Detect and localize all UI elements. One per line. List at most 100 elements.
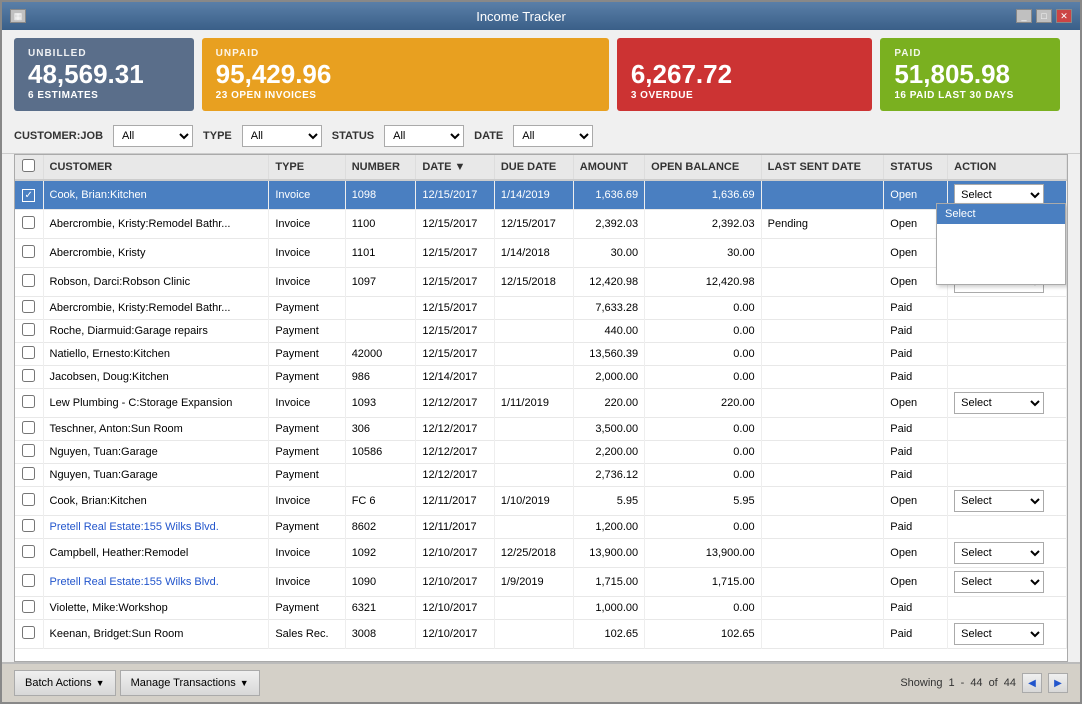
row-open-balance: 30.00: [645, 239, 762, 268]
status-label: STATUS: [332, 130, 374, 142]
col-status[interactable]: STATUS: [884, 155, 948, 180]
row-type: Payment: [269, 464, 345, 487]
total-count: 44: [1004, 677, 1016, 689]
row-open-balance: 1,715.00: [645, 568, 762, 597]
action-select[interactable]: Select: [954, 490, 1044, 512]
manage-transactions-button[interactable]: Manage Transactions ▼: [120, 670, 260, 696]
row-checkbox[interactable]: [22, 626, 35, 639]
row-checkbox[interactable]: [22, 600, 35, 613]
col-date[interactable]: DATE ▼: [416, 155, 494, 180]
unpaid-amount: 95,429.96: [216, 59, 595, 90]
overdue-card: 6,267.72 3 OVERDUE: [617, 38, 873, 111]
row-checkbox[interactable]: [22, 369, 35, 382]
row-last-sent: [761, 516, 884, 539]
row-checkbox[interactable]: [22, 574, 35, 587]
row-checkbox[interactable]: [22, 421, 35, 434]
col-customer[interactable]: CUSTOMER: [43, 155, 269, 180]
row-open-balance: 102.65: [645, 620, 762, 649]
row-checkbox[interactable]: [22, 274, 35, 287]
row-date: 12/10/2017: [416, 568, 494, 597]
customer-job-select[interactable]: All: [113, 125, 193, 147]
action-select[interactable]: Select: [954, 392, 1044, 414]
row-date: 12/11/2017: [416, 516, 494, 539]
table-row: Abercrombie, KristyInvoice110112/15/2017…: [15, 239, 1067, 268]
row-status: Paid: [884, 597, 948, 620]
title-bar: ▦ Income Tracker _ □ ✕: [2, 2, 1080, 30]
row-customer: Natiello, Ernesto:Kitchen: [43, 343, 269, 366]
row-action-cell: [948, 464, 1067, 487]
showing-label: Showing: [900, 677, 942, 689]
table-row: ✓Cook, Brian:KitchenInvoice109812/15/201…: [15, 180, 1067, 210]
row-checkbox[interactable]: [22, 493, 35, 506]
row-checkbox[interactable]: [22, 545, 35, 558]
action-select[interactable]: Select: [954, 623, 1044, 645]
row-type: Invoice: [269, 539, 345, 568]
manage-transactions-arrow-icon: ▼: [240, 678, 249, 688]
row-checkbox[interactable]: [22, 395, 35, 408]
row-last-sent: [761, 389, 884, 418]
date-select[interactable]: All: [513, 125, 593, 147]
row-date: 12/12/2017: [416, 418, 494, 441]
row-due-date: 1/14/2018: [494, 239, 573, 268]
row-amount: 2,000.00: [573, 366, 644, 389]
row-checkbox-cell: [15, 418, 43, 441]
select-all-checkbox[interactable]: [22, 159, 35, 172]
row-checkbox[interactable]: [22, 300, 35, 313]
row-checkbox[interactable]: [22, 444, 35, 457]
paid-sub: 16 PAID LAST 30 DAYS: [894, 90, 1046, 101]
row-number: 1101: [345, 239, 416, 268]
row-checkbox-cell: [15, 268, 43, 297]
row-last-sent: [761, 418, 884, 441]
row-open-balance: 1,636.69: [645, 180, 762, 210]
range-start: 1: [949, 677, 955, 689]
row-checkbox[interactable]: [22, 346, 35, 359]
row-checkbox-cell: [15, 441, 43, 464]
row-checkbox-cell: [15, 487, 43, 516]
row-customer: Robson, Darci:Robson Clinic: [43, 268, 269, 297]
prev-page-button[interactable]: ◀: [1022, 673, 1042, 693]
row-date: 12/10/2017: [416, 539, 494, 568]
col-amount[interactable]: AMOUNT: [573, 155, 644, 180]
row-status: Paid: [884, 343, 948, 366]
status-select[interactable]: All: [384, 125, 464, 147]
row-checkbox[interactable]: ✓: [22, 189, 35, 202]
next-page-button[interactable]: ▶: [1048, 673, 1068, 693]
row-open-balance: 12,420.98: [645, 268, 762, 297]
row-amount: 1,715.00: [573, 568, 644, 597]
row-date: 12/12/2017: [416, 441, 494, 464]
row-amount: 3,500.00: [573, 418, 644, 441]
row-open-balance: 220.00: [645, 389, 762, 418]
row-checkbox[interactable]: [22, 216, 35, 229]
batch-actions-label: Batch Actions: [25, 677, 92, 689]
col-due-date[interactable]: DUE DATE: [494, 155, 573, 180]
row-checkbox[interactable]: [22, 467, 35, 480]
action-select[interactable]: Select: [954, 571, 1044, 593]
col-type[interactable]: TYPE: [269, 155, 345, 180]
row-date: 12/11/2017: [416, 487, 494, 516]
select-all-header[interactable]: [15, 155, 43, 180]
dropdown-option[interactable]: Email: [937, 264, 1065, 284]
row-checkbox[interactable]: [22, 245, 35, 258]
minimize-button[interactable]: _: [1016, 9, 1032, 23]
dropdown-option[interactable]: Select: [937, 204, 1065, 224]
col-number[interactable]: NUMBER: [345, 155, 416, 180]
batch-actions-arrow-icon: ▼: [96, 678, 105, 688]
dropdown-option[interactable]: Receive Payment: [937, 224, 1065, 244]
row-date: 12/15/2017: [416, 343, 494, 366]
action-select[interactable]: Select: [954, 542, 1044, 564]
footer-bar: Batch Actions ▼ Manage Transactions ▼ Sh…: [2, 662, 1080, 702]
table-row: Jacobsen, Doug:KitchenPayment98612/14/20…: [15, 366, 1067, 389]
batch-actions-button[interactable]: Batch Actions ▼: [14, 670, 116, 696]
type-select[interactable]: All: [242, 125, 322, 147]
close-button[interactable]: ✕: [1056, 9, 1072, 23]
row-checkbox[interactable]: [22, 519, 35, 532]
row-checkbox[interactable]: [22, 323, 35, 336]
dropdown-option[interactable]: Print: [937, 244, 1065, 264]
col-last-sent[interactable]: LAST SENT DATE: [761, 155, 884, 180]
window-icon: ▦: [10, 9, 26, 23]
row-number: 1098: [345, 180, 416, 210]
col-open-balance[interactable]: OPEN BALANCE: [645, 155, 762, 180]
row-type: Payment: [269, 297, 345, 320]
row-customer: Teschner, Anton:Sun Room: [43, 418, 269, 441]
restore-button[interactable]: □: [1036, 9, 1052, 23]
